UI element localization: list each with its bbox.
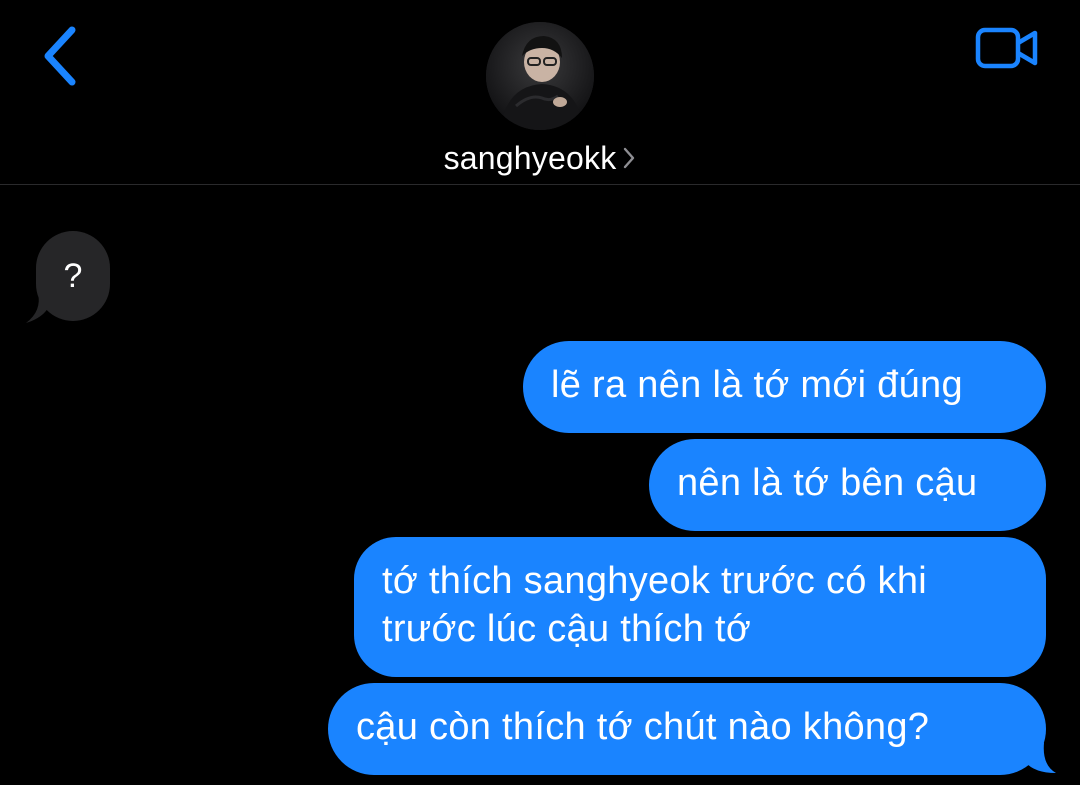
video-call-button[interactable] [968, 18, 1046, 78]
avatar [486, 22, 594, 130]
message-text: nên là tớ bên cậu [677, 462, 978, 504]
contact-name-row: sanghyeokk [400, 138, 680, 178]
message-text: lẽ ra nên là tớ mới đúng [551, 364, 963, 406]
bubble-tail [26, 293, 52, 323]
message-text: ? [63, 256, 83, 295]
message-line: tớ thích sanghyeok trước có khi [382, 560, 928, 602]
chat-header: sanghyeokk [0, 0, 1080, 185]
outgoing-message-bubble[interactable]: lẽ ra nên là tớ mới đúng [523, 341, 1046, 433]
back-button[interactable] [28, 20, 92, 92]
chevron-right-icon [624, 147, 635, 169]
chevron-left-icon [44, 26, 76, 86]
contact-name: sanghyeokk [443, 139, 617, 176]
contact-info-button[interactable]: sanghyeokk [400, 8, 680, 180]
message-line: trước lúc cậu thích tớ [382, 608, 752, 650]
video-camera-icon [975, 27, 1038, 69]
outgoing-message-bubble[interactable]: cậu còn thích tớ chút nào không? [328, 683, 1046, 775]
outgoing-message-bubble[interactable]: nên là tớ bên cậu [649, 439, 1046, 531]
bubble-tail [1022, 743, 1056, 773]
outgoing-message-bubble[interactable]: tớ thích sanghyeok trước có khi trước lú… [354, 537, 1046, 677]
message-thread: ? lẽ ra nên là tớ mới đúng nên là tớ bên… [0, 185, 1080, 785]
message-text: cậu còn thích tớ chút nào không? [356, 706, 930, 748]
